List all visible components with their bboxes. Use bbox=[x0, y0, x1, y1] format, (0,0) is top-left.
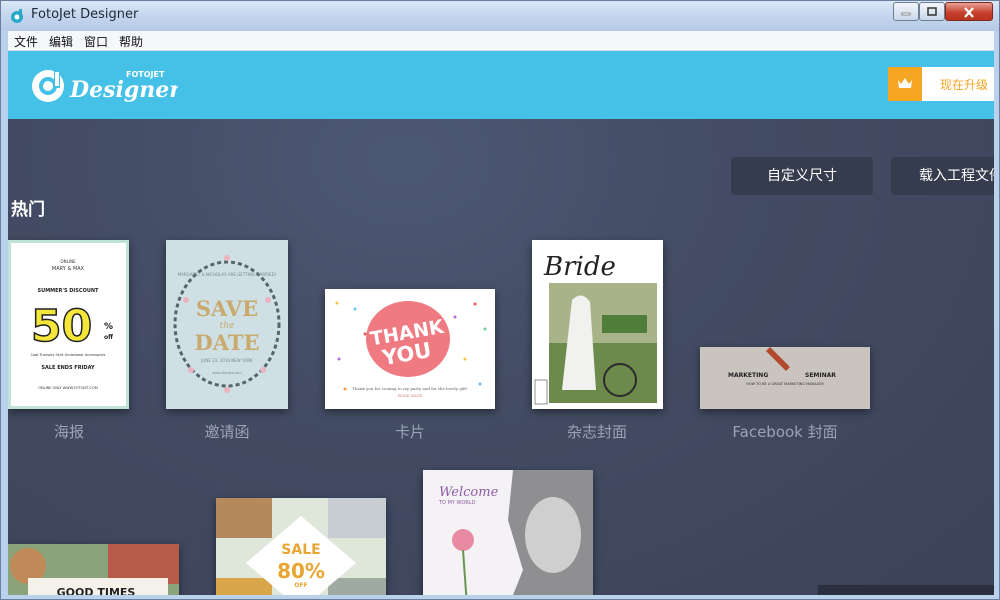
upgrade-label: 现在升级 bbox=[940, 78, 989, 92]
label-invitation[interactable]: 邀请函 bbox=[127, 421, 327, 442]
template-row2-2[interactable]: SALE 80% OFF bbox=[216, 498, 386, 595]
poster-categories: Coat Trousers Skirt Underwear Accessorie… bbox=[31, 353, 106, 357]
magazine-title: Bride bbox=[543, 252, 616, 282]
row2-1-thumbnail: GOOD TIMES bbox=[8, 544, 179, 595]
template-magazine-cover[interactable]: Bride bbox=[532, 240, 663, 409]
close-icon bbox=[964, 7, 974, 18]
invitation-thumbnail: MARGARET & NICHOLAS ARE GETTING MARRIED!… bbox=[173, 255, 281, 393]
poster-thumbnail: ONLINE MARY & MAX SUMMER'S DISCOUNT 50 %… bbox=[30, 259, 113, 390]
poster-percent: % bbox=[104, 322, 113, 332]
template-row2-3[interactable]: Welcome TO MY WORLD bbox=[423, 470, 593, 595]
menu-bar: 文件 编辑 窗口 帮助 bbox=[8, 31, 994, 51]
poster-sale-ends: SALE ENDS FRIDAY bbox=[41, 365, 95, 371]
close-button[interactable] bbox=[945, 2, 993, 21]
template-poster[interactable]: ONLINE MARY & MAX SUMMER'S DISCOUNT 50 %… bbox=[8, 240, 129, 409]
row2-2-thumbnail: SALE 80% OFF bbox=[216, 498, 386, 595]
row2-3-welcome: Welcome bbox=[439, 485, 499, 500]
load-project-button[interactable]: 载入工程文件 bbox=[891, 157, 994, 195]
bottom-shadow bbox=[818, 585, 994, 595]
card-thumbnail: THANK YOU Thank you for coming to my par… bbox=[335, 301, 487, 398]
poster-big-number: 50 bbox=[31, 301, 92, 352]
invite-date: DATE bbox=[195, 330, 260, 355]
template-invitation[interactable]: MARGARET & NICHOLAS ARE GETTING MARRIED!… bbox=[166, 240, 288, 409]
template-row2-1[interactable]: GOOD TIMES bbox=[8, 544, 179, 595]
maximize-icon bbox=[927, 7, 937, 16]
fotojet-app-icon bbox=[11, 9, 23, 23]
menu-edit[interactable]: 编辑 bbox=[43, 32, 78, 50]
invite-save: SAVE bbox=[196, 296, 258, 321]
row2-2-off: OFF bbox=[294, 582, 307, 589]
menu-window[interactable]: 窗口 bbox=[78, 32, 113, 50]
poster-line2: MARY & MAX bbox=[52, 266, 85, 272]
card-message: Thank you for coming to my party and for… bbox=[352, 386, 468, 391]
title-bar[interactable]: FotoJet Designer bbox=[1, 1, 999, 31]
label-card[interactable]: 卡片 bbox=[310, 421, 510, 442]
facebook-thumbnail: MARKETING SEMINAR HOW TO BE A GREAT MARK… bbox=[700, 347, 870, 409]
app-content: FOTOJET Designer 现在升级 自定义尺寸 载入工程文件 热门 ON… bbox=[8, 51, 994, 595]
template-card[interactable]: THANK YOU Thank you for coming to my par… bbox=[325, 289, 495, 409]
poster-line3: SUMMER'S DISCOUNT bbox=[38, 288, 100, 294]
section-title-popular: 热门 bbox=[11, 200, 45, 220]
minimize-icon bbox=[901, 12, 911, 16]
app-header: FOTOJET Designer 现在升级 bbox=[8, 51, 994, 119]
row2-2-percent: 80% bbox=[277, 559, 325, 583]
crown-icon bbox=[898, 78, 912, 88]
label-magazine-cover[interactable]: 杂志封面 bbox=[497, 421, 697, 442]
row2-3-to: TO MY WORLD bbox=[438, 500, 476, 506]
row2-1-text: GOOD TIMES bbox=[57, 586, 136, 595]
template-facebook-cover[interactable]: MARKETING SEMINAR HOW TO BE A GREAT MARK… bbox=[700, 347, 870, 409]
menu-file[interactable]: 文件 bbox=[8, 32, 43, 50]
menu-help[interactable]: 帮助 bbox=[113, 32, 148, 50]
minimize-button[interactable] bbox=[893, 2, 919, 21]
row2-3-thumbnail: Welcome TO MY WORLD bbox=[423, 470, 593, 595]
poster-off: off bbox=[104, 334, 113, 341]
upgrade-button[interactable]: 现在升级 bbox=[888, 67, 994, 101]
fb-subtitle: HOW TO BE A GREAT MARKETING MANAGER bbox=[746, 382, 824, 386]
label-facebook-cover[interactable]: Facebook 封面 bbox=[685, 421, 885, 442]
window-title: FotoJet Designer bbox=[31, 7, 139, 22]
poster-url: ONLINE ONLY WWW.FOTOJET.COM bbox=[38, 386, 97, 390]
poster-line1: ONLINE bbox=[60, 259, 76, 264]
maximize-button[interactable] bbox=[919, 2, 945, 21]
app-window: FotoJet Designer 文件 编辑 窗口 帮助 FOTOJET Design… bbox=[0, 0, 1000, 600]
invite-top-text: MARGARET & NICHOLAS ARE GETTING MARRIED! bbox=[178, 272, 277, 277]
card-sign: ROSE KATE bbox=[398, 393, 422, 398]
fb-marketing: MARKETING bbox=[728, 372, 768, 379]
crown-icon-box bbox=[888, 67, 922, 101]
invite-site: www.fotojet.com bbox=[212, 371, 242, 375]
fotojet-designer-logo[interactable]: FOTOJET Designer bbox=[28, 63, 178, 107]
invite-when: JUNE 23, 2016 NEW YORK bbox=[200, 358, 253, 363]
row2-2-sale: SALE bbox=[281, 542, 320, 558]
magazine-thumbnail: Bride bbox=[534, 252, 657, 405]
custom-size-button[interactable]: 自定义尺寸 bbox=[731, 157, 873, 195]
logo-main-text: Designer bbox=[69, 77, 178, 103]
fb-seminar: SEMINAR bbox=[805, 372, 836, 379]
